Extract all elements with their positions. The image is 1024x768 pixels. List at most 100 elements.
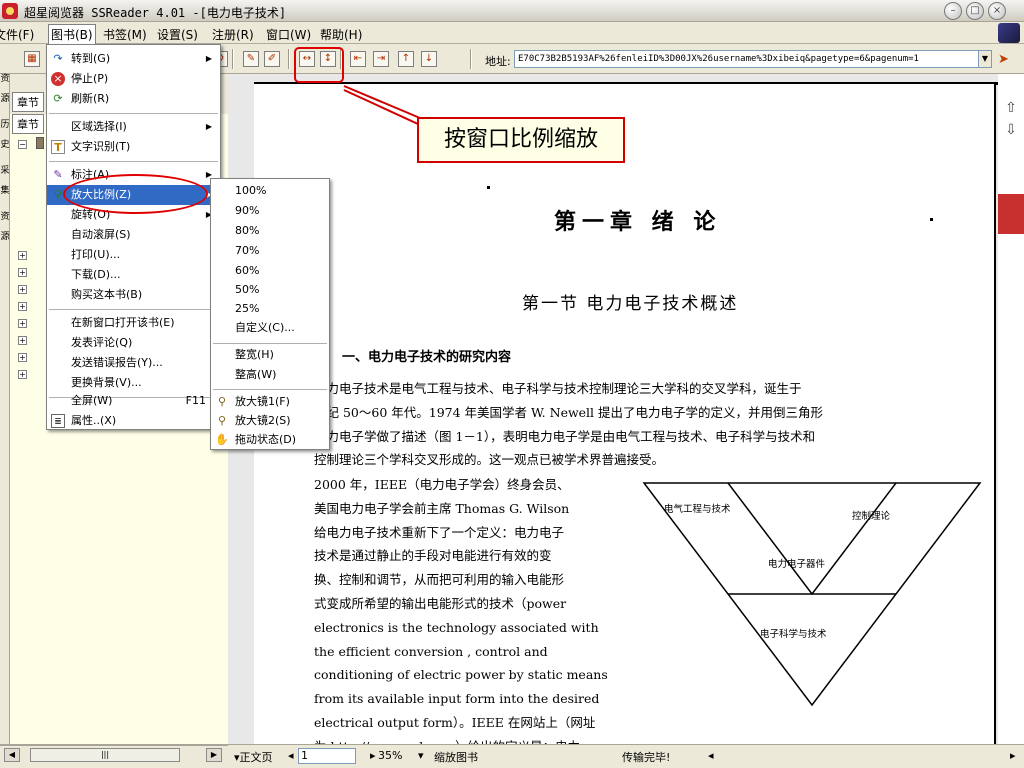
text-line: from its available input form into the d… [314,691,600,707]
menu-item-buy[interactable]: 购买这本书(B) [47,285,220,305]
pen-icon[interactable]: ✐ [264,51,280,67]
diagram-label-ee: 电气工程与技术 [664,503,731,515]
tree-expander[interactable]: + [18,370,27,379]
page-up-icon[interactable]: ↑ [398,51,414,67]
scroll-thumb[interactable]: ||| [30,748,180,762]
magnifier-icon: ⚲ [217,395,227,408]
tab-chapter-2[interactable]: 章节 [12,114,44,134]
address-label: 地址: [485,55,511,68]
close-button[interactable]: × [988,2,1006,20]
menu-book[interactable]: 图书(B) [48,24,96,44]
zoom-option[interactable]: 90% [211,201,329,221]
scroll-left-icon[interactable]: ◀ [4,748,20,762]
hscroll-left-icon[interactable]: ◂ [708,749,714,762]
zoom-level[interactable]: 35% [378,749,402,762]
vtab-label[interactable]: 历 [0,120,10,131]
text-line: 电力电子技术是电气工程与技术、电子科学与技术控制理论三大学科的交叉学科，诞生于 [314,381,802,396]
vtab-label[interactable]: 源 [0,94,10,105]
chapter-title: 第一章 绪 论 [554,209,722,235]
toolbar-separator [288,49,290,69]
vtab-label[interactable]: 源 [0,232,10,243]
page-down-icon[interactable]: ↓ [421,51,437,67]
sidebar-scrollbar[interactable]: ◀ ||| ▶ [0,745,228,763]
stop-icon: × [51,72,65,86]
vtab-label[interactable]: 集 [0,186,10,197]
tree-expander[interactable]: + [18,353,27,362]
mode-text: 缩放图书 [434,751,478,764]
annotate-icon[interactable]: ✎ [243,51,259,67]
menu-item-error-report[interactable]: 发送错误报告(Y)... [47,353,220,373]
address-dropdown-icon[interactable]: ▼ [978,50,992,68]
menu-item-region-select[interactable]: 区域选择(I) ▶ [47,117,220,137]
transfer-status: 传输完毕! [622,751,671,764]
zoom-option-magnifier-1[interactable]: ⚲ 放大镜1(F) [211,392,329,412]
document-viewport[interactable]: 第一章 绪 论 第一节 电力电子技术概述 一、电力电子技术的研究内容 电力电子技… [228,74,1024,744]
page-type-dropdown[interactable]: ▾正文页 [234,749,273,765]
zoom-option[interactable]: 60% [211,261,329,281]
prev-page-icon[interactable]: ◂ [288,749,294,762]
page-up-icon[interactable]: ⇧ [1002,100,1020,118]
menu-item-background[interactable]: 更换背景(V)... [47,373,220,393]
title-bar: 超星阅览器 SSReader 4.01 -[电力电子技术] – □ × [0,0,1024,22]
vtab-label[interactable]: 史 [0,140,10,151]
menu-help[interactable]: 帮助(H) [320,26,362,43]
menu-item-stop[interactable]: × 停止(P) [47,69,220,89]
tree-expander[interactable]: + [18,319,27,328]
menu-register[interactable]: 注册(R) [212,26,254,43]
go-icon[interactable]: ➤ [998,52,1009,67]
page-number-input[interactable]: 1 [298,748,356,764]
menu-window[interactable]: 窗口(W) [266,26,311,43]
vtab-label[interactable]: 采 [0,166,10,177]
tree-expander[interactable]: + [18,302,27,311]
first-page-icon[interactable]: ⇤ [350,51,366,67]
menu-item-open-new-window[interactable]: 在新窗口打开该书(E) [47,313,220,333]
menu-item-properties[interactable]: ≣ 属性..(X) [47,411,220,431]
diagram-label-devices: 电力电子器件 [768,558,826,570]
tree-expander[interactable]: + [18,336,27,345]
zoom-option[interactable]: 70% [211,241,329,261]
menu-item-ocr[interactable]: T 文字识别(T) [47,137,220,157]
zoom-option-drag[interactable]: ✋ 拖动状态(D) [211,430,329,450]
menu-item-print[interactable]: 打印(U)... [47,245,220,265]
tree-expander[interactable]: + [18,285,27,294]
zoom-option[interactable]: 50% [211,280,329,300]
hscroll-right-icon[interactable]: ▸ [1010,749,1016,762]
menu-item-autoscroll[interactable]: 自动滚屏(S) [47,225,220,245]
tree-expander[interactable]: + [18,251,27,260]
menu-item-goto[interactable]: ↷ 转到(G) ▶ [47,49,220,69]
last-page-icon[interactable]: ⇥ [373,51,389,67]
menu-item-refresh[interactable]: ⟳ 刷新(R) [47,89,220,109]
menu-settings[interactable]: 设置(S) [157,26,198,43]
app-icon [2,3,18,19]
menu-item-comment[interactable]: 发表评论(Q) [47,333,220,353]
next-page-icon[interactable]: ▸ [370,749,376,762]
menu-bookmark[interactable]: 书签(M) [103,26,147,43]
page-nav-column: ⇧ ⇩ [998,74,1024,744]
menu-file[interactable]: 文件(F) [0,26,34,43]
text-line: 技术是通过静止的手段对电能进行有效的变 [314,548,552,564]
restore-button[interactable]: □ [966,2,984,20]
zoom-option-fit-width[interactable]: 整宽(H) [211,345,329,365]
scroll-right-icon[interactable]: ▶ [206,748,222,762]
page-down-icon[interactable]: ⇩ [1002,122,1020,140]
minimize-button[interactable]: – [944,2,962,20]
text-line: conditioning of electric power by static… [314,667,608,683]
toolbar-icon[interactable]: ▦ [24,51,40,67]
vtab-label[interactable]: 资 [0,74,10,85]
menu-bar: 文件(F) 图书(B) 书签(M) 设置(S) 注册(R) 窗口(W) 帮助(H… [0,22,1024,44]
address-input[interactable]: E70C73B2B5193AF%26fenleiID%3D00JX%26user… [514,50,980,68]
menu-item-download[interactable]: 下载(D)... [47,265,220,285]
zoom-option[interactable]: 80% [211,221,329,241]
zoom-option-magnifier-2[interactable]: ⚲ 放大镜2(S) [211,411,329,431]
zoom-option-fit-height[interactable]: 整高(W) [211,365,329,385]
vtab-label[interactable]: 资 [0,212,10,223]
tree-expander[interactable]: − [18,140,27,149]
zoom-dropdown-icon[interactable]: ▾ [418,749,424,762]
menu-item-fullscreen[interactable]: 全屏(W) F11 [47,391,220,411]
tab-chapter[interactable]: 章节 [12,92,44,112]
book-icon [36,137,44,149]
zoom-option[interactable]: 25% [211,299,329,319]
zoom-option[interactable]: 100% [211,181,329,201]
zoom-option-custom[interactable]: 自定义(C)... [211,318,329,338]
tree-expander[interactable]: + [18,268,27,277]
